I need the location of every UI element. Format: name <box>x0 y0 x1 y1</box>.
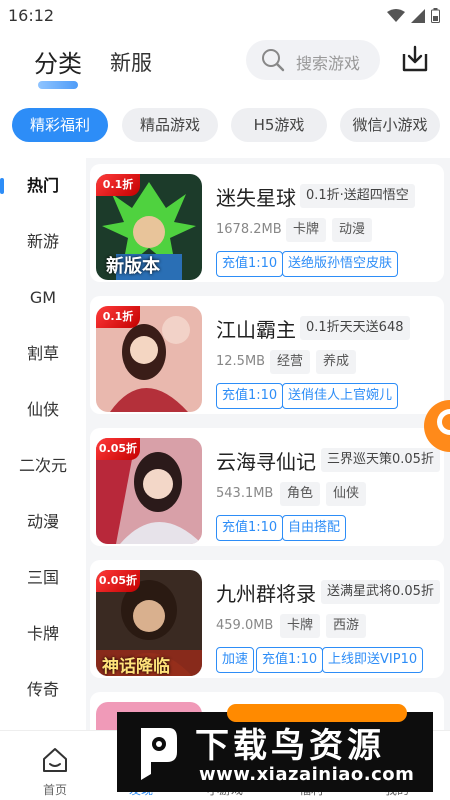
game-tag: 卡牌 <box>280 614 321 638</box>
chip-h5-games[interactable]: H5游戏 <box>231 108 327 142</box>
search-box[interactable]: 搜索游戏 <box>246 40 380 80</box>
app-screen: 16:12 分类 新服 搜索游戏 精彩福利 精品游戏 H5游戏 微信小游戏 热门… <box>0 0 450 800</box>
home-icon <box>43 748 67 772</box>
battery-icon <box>431 8 440 23</box>
welfare-tag: 自由搭配 <box>282 515 347 541</box>
game-tag: 角色 <box>280 482 321 506</box>
game-promo: 0.1折·送超四悟空 <box>300 184 415 208</box>
discount-badge: 0.1折 <box>96 306 140 328</box>
game-card[interactable]: 0.05折 云海寻仙记 三界巡天策0.05折 543.1MB 角色 仙侠 充值1… <box>90 428 444 546</box>
welfare-tag: 充值1:10 <box>216 251 284 277</box>
sidebar-item-cards[interactable]: 卡牌 <box>0 614 86 654</box>
download-icon[interactable] <box>400 44 430 74</box>
wifi-icon <box>387 8 405 22</box>
active-tab-indicator <box>38 81 78 89</box>
chip-featured-welfare[interactable]: 精彩福利 <box>12 108 108 142</box>
discount-badge: 0.05折 <box>96 570 140 592</box>
sidebar-item-anime-2d[interactable]: 二次元 <box>0 446 86 486</box>
watermark-url: www.xiazainiao.com <box>199 764 415 785</box>
welfare-tag: 加速 <box>216 647 255 673</box>
game-icon: 0.1折 新版本 <box>96 174 202 280</box>
game-card[interactable]: 0.1折 江山霸主 0.1折天天送648 12.5MB 经营 养成 充值1:10… <box>90 296 444 414</box>
top-bar: 分类 新服 搜索游戏 <box>0 40 450 90</box>
game-card[interactable]: 0.1折 新版本 迷失星球 0.1折·送超四悟空 1678.2MB 卡牌 动漫 … <box>90 164 444 282</box>
game-promo: 0.1折天天送648 <box>300 316 410 340</box>
game-tag: 西游 <box>326 614 367 638</box>
discount-badge: 0.1折 <box>96 174 140 196</box>
chip-premium-games[interactable]: 精品游戏 <box>122 108 218 142</box>
game-tag: 卡牌 <box>286 218 327 242</box>
game-tag: 经营 <box>270 350 311 374</box>
signal-icon <box>411 8 425 23</box>
welfare-tag: 充值1:10 <box>216 383 284 409</box>
welfare-tag: 充值1:10 <box>216 515 284 541</box>
game-title: 江山霸主 <box>216 318 296 342</box>
welfare-tag: 送俏佳人上官婉儿 <box>282 383 399 409</box>
game-size: 543.1MB <box>216 486 274 501</box>
gift-float-icon[interactable] <box>422 398 450 454</box>
game-icon: 0.1折 <box>96 306 202 412</box>
watermark-name: 下载鸟资源 <box>195 726 385 766</box>
game-size: 12.5MB <box>216 354 266 369</box>
tab-category[interactable]: 分类 <box>34 44 82 79</box>
sidebar-item-three-kingdoms[interactable]: 三国 <box>0 558 86 598</box>
sidebar-item-gm[interactable]: GM <box>0 278 86 318</box>
welfare-tag: 充值1:10 <box>256 647 324 673</box>
chip-wechat-games[interactable]: 微信小游戏 <box>340 108 440 142</box>
watermark-banner: 下载鸟资源 www.xiazainiao.com <box>117 704 433 792</box>
game-tag: 养成 <box>316 350 357 374</box>
welfare-tag: 送绝版孙悟空皮肤 <box>282 251 399 277</box>
sidebar-item-legend[interactable]: 传奇 <box>0 670 86 710</box>
bird-logo-icon <box>141 728 177 780</box>
status-time: 16:12 <box>8 6 55 25</box>
category-sidebar: 热门 新游 GM 割草 仙侠 二次元 动漫 三国 卡牌 传奇 <box>0 158 86 730</box>
sidebar-item-mowing[interactable]: 割草 <box>0 334 86 374</box>
category-chips: 精彩福利 精品游戏 H5游戏 微信小游戏 <box>0 108 450 144</box>
game-size: 1678.2MB <box>216 222 282 237</box>
sidebar-item-anime[interactable]: 动漫 <box>0 502 86 542</box>
game-title: 云海寻仙记 <box>216 450 316 474</box>
game-tag: 动漫 <box>332 218 373 242</box>
art-caption: 神话降临 <box>102 657 170 676</box>
search-placeholder: 搜索游戏 <box>296 54 361 73</box>
game-size: 459.0MB <box>216 618 274 633</box>
sidebar-item-xianxia[interactable]: 仙侠 <box>0 390 86 430</box>
game-icon: 0.05折 <box>96 438 202 544</box>
game-title: 九州群将录 <box>216 582 316 606</box>
active-indicator <box>0 178 4 194</box>
status-bar: 16:12 <box>0 0 450 32</box>
game-card[interactable]: 0.05折 神话降临 九州群将录 送满星武将0.05折 459.0MB 卡牌 西… <box>90 560 444 678</box>
game-icon: 0.05折 神话降临 <box>96 570 202 676</box>
sidebar-item-hot[interactable]: 热门 <box>0 166 86 206</box>
welfare-tag: 上线即送VIP10 <box>322 647 424 673</box>
search-icon <box>262 49 285 72</box>
nav-home[interactable]: 首页 <box>10 731 100 800</box>
nav-label: 首页 <box>42 783 67 797</box>
tab-new-server[interactable]: 新服 <box>110 47 152 77</box>
game-tag: 仙侠 <box>326 482 367 506</box>
discount-badge: 0.05折 <box>96 438 140 460</box>
sidebar-item-new[interactable]: 新游 <box>0 222 86 262</box>
game-promo: 送满星武将0.05折 <box>321 580 440 604</box>
game-title: 迷失星球 <box>216 186 296 210</box>
art-caption: 新版本 <box>106 256 160 277</box>
game-list: 0.1折 新版本 迷失星球 0.1折·送超四悟空 1678.2MB 卡牌 动漫 … <box>86 158 450 730</box>
